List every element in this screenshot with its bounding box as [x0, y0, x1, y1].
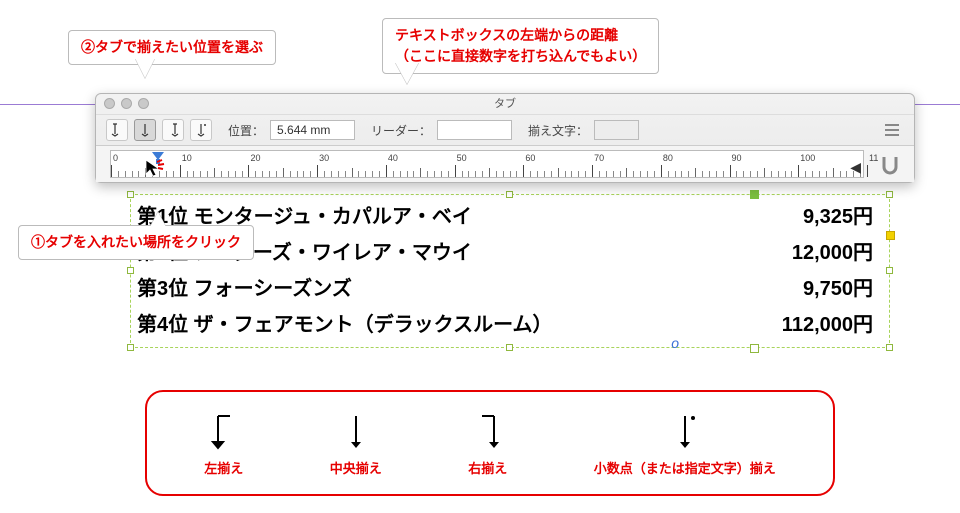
frame-out-port-bottom[interactable] — [750, 344, 759, 353]
position-input[interactable] — [270, 120, 355, 140]
callout-2-tail — [135, 58, 155, 78]
indent-marker[interactable] — [151, 151, 165, 170]
close-button[interactable] — [104, 98, 115, 109]
legend-right-align: 右揃え — [468, 412, 507, 477]
panel-flyout-menu-button[interactable] — [880, 118, 904, 142]
callout-step-2: ②タブで揃えたい位置を選ぶ — [68, 30, 276, 65]
panel-title-text: タブ — [494, 98, 516, 110]
legend-left-align: 左揃え — [204, 412, 243, 477]
frame-in-port[interactable] — [750, 190, 759, 199]
frame-handle[interactable] — [127, 344, 134, 351]
legend-label: 小数点（または指定文字）揃え — [594, 458, 776, 477]
window-traffic-lights[interactable] — [104, 98, 149, 109]
left-tab-icon — [210, 412, 238, 452]
legend-label: 左揃え — [204, 458, 243, 477]
callout-position-field: テキストボックスの左端からの距離 （ここに直接数字を打ち込んでもよい） — [382, 18, 659, 74]
callout-2-text: ②タブで揃えたい位置を選ぶ — [81, 39, 263, 55]
callout-3-line2: （ここに直接数字を打ち込んでもよい） — [395, 48, 646, 64]
snap-magnet-button[interactable] — [880, 156, 900, 176]
left-tab-button[interactable] — [106, 119, 128, 141]
callout-3-line1: テキストボックスの左端からの距離 — [395, 27, 618, 43]
frame-out-port[interactable] — [886, 231, 895, 240]
frame-handle[interactable] — [886, 267, 893, 274]
rank-name: 第3位 フォーシーズンズ — [137, 271, 352, 307]
center-tab-icon — [342, 412, 370, 452]
legend-label: 中央揃え — [330, 458, 382, 477]
price: 9,325円 — [803, 199, 881, 235]
price: 12,000円 — [792, 235, 881, 271]
list-item: 第4位 ザ・フェアモント（デラックスルーム） 112,000円 — [137, 307, 881, 343]
callout-3-tail — [395, 62, 419, 84]
price: 112,000円 — [782, 307, 881, 343]
price: 9,750円 — [803, 271, 881, 307]
frame-handle[interactable] — [506, 344, 513, 351]
legend-decimal-align: 小数点（または指定文字）揃え — [594, 412, 776, 477]
align-char-label: 揃え文字： — [528, 122, 588, 139]
rank-name: 第4位 ザ・フェアモント（デラックスルーム） — [137, 307, 552, 343]
frame-origin-glyph: o — [671, 335, 679, 351]
leader-input[interactable] — [437, 120, 512, 140]
frame-handle[interactable] — [127, 267, 134, 274]
callout-step-1: ①タブを入れたい場所をクリック — [18, 225, 254, 260]
ruler-ticks: 010203040506070809010011 — [111, 151, 863, 177]
tab-ruler[interactable]: 010203040506070809010011 ◀ — [110, 150, 864, 178]
legend-label: 右揃え — [468, 458, 507, 477]
panel-titlebar[interactable]: タブ — [96, 94, 914, 114]
zoom-button[interactable] — [138, 98, 149, 109]
callout-1-tail — [150, 212, 166, 227]
decimal-tab-icon — [671, 412, 699, 452]
frame-handle[interactable] — [506, 191, 513, 198]
leader-label: リーダー： — [371, 122, 431, 139]
decimal-tab-button[interactable] — [190, 119, 212, 141]
ruler-end-marker: ◀ — [850, 159, 861, 176]
align-char-input[interactable] — [594, 120, 639, 140]
legend-center-align: 中央揃え — [330, 412, 382, 477]
frame-handle[interactable] — [886, 191, 893, 198]
ruler-area[interactable]: 010203040506070809010011 ◀ — [96, 146, 914, 182]
text-frame[interactable]: o 第1位 モンタージュ・カパルア・ベイ 9,325円 第2位 アンダーズ・ワイ… — [130, 194, 890, 348]
tabs-panel-window[interactable]: タブ 位置： リーダー： 揃え文字： 010203040506070809010… — [95, 93, 915, 183]
center-tab-button[interactable] — [134, 119, 156, 141]
minimize-button[interactable] — [121, 98, 132, 109]
tab-alignment-legend: 左揃え 中央揃え 右揃え 小数点（または指定文字）揃え — [145, 390, 835, 496]
frame-handle[interactable] — [886, 344, 893, 351]
right-tab-icon — [474, 412, 502, 452]
position-label: 位置： — [228, 122, 264, 139]
callout-1-text: ①タブを入れたい場所をクリック — [31, 234, 241, 250]
panel-toolbar: 位置： リーダー： 揃え文字： — [96, 114, 914, 146]
right-tab-button[interactable] — [162, 119, 184, 141]
list-item: 第3位 フォーシーズンズ 9,750円 — [137, 271, 881, 307]
frame-handle[interactable] — [127, 191, 134, 198]
